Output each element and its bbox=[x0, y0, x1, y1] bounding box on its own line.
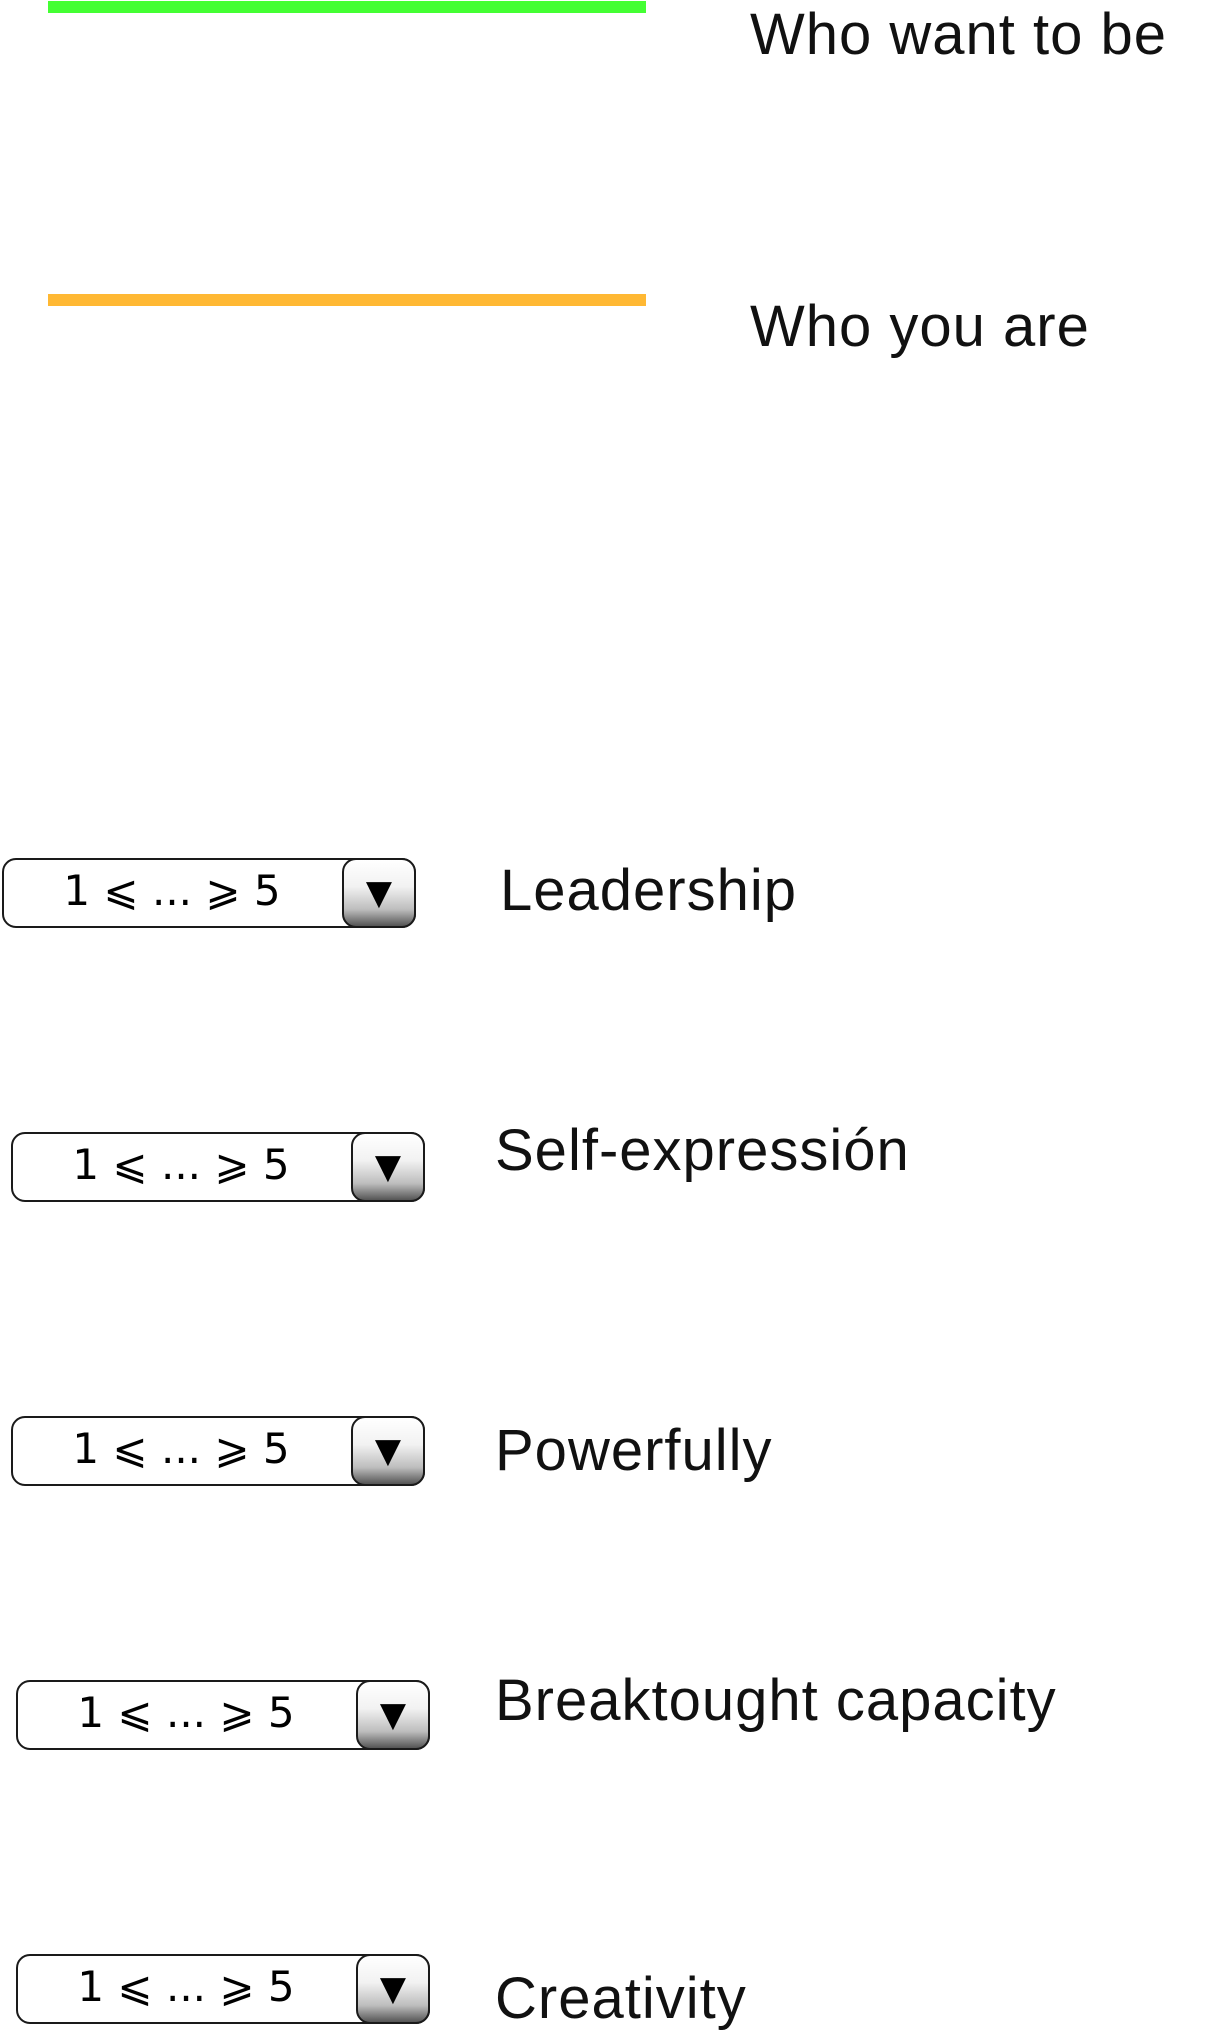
legend-label-who-want-to-be: Who want to be bbox=[750, 2, 1167, 67]
dropdown-button[interactable]: ▼ bbox=[351, 1416, 425, 1486]
row-label-leadership: Leadership bbox=[500, 858, 797, 923]
triangle-down-icon: ▼ bbox=[379, 1695, 407, 1735]
dropdown-button[interactable]: ▼ bbox=[351, 1132, 425, 1202]
triangle-down-icon: ▼ bbox=[379, 1969, 407, 2009]
row-label-breaktought-capacity: Breaktought capacity bbox=[495, 1668, 1057, 1733]
row-label-powerfully: Powerfully bbox=[495, 1418, 773, 1483]
rating-select-value: 1 ⩽ ... ⩾ 5 bbox=[72, 1139, 290, 1189]
rating-select-value: 1 ⩽ ... ⩾ 5 bbox=[77, 1961, 295, 2011]
dropdown-button[interactable]: ▼ bbox=[356, 1954, 430, 2024]
row-label-self-expression: Self-expressión bbox=[495, 1118, 910, 1183]
legend-label-who-you-are: Who you are bbox=[750, 294, 1090, 359]
rating-select-value: 1 ⩽ ... ⩾ 5 bbox=[77, 1687, 295, 1737]
triangle-down-icon: ▼ bbox=[374, 1147, 402, 1187]
rating-select-value: 1 ⩽ ... ⩾ 5 bbox=[72, 1423, 290, 1473]
dropdown-button[interactable]: ▼ bbox=[356, 1680, 430, 1750]
triangle-down-icon: ▼ bbox=[365, 873, 393, 913]
dropdown-button[interactable]: ▼ bbox=[342, 858, 416, 928]
rating-select-powerfully[interactable]: 1 ⩽ ... ⩾ 5 ▼ bbox=[11, 1416, 425, 1486]
rating-select-self-expression[interactable]: 1 ⩽ ... ⩾ 5 ▼ bbox=[11, 1132, 425, 1202]
legend-line-who-you-are bbox=[48, 294, 646, 306]
rating-select-creativity[interactable]: 1 ⩽ ... ⩾ 5 ▼ bbox=[16, 1954, 430, 2024]
triangle-down-icon: ▼ bbox=[374, 1431, 402, 1471]
rating-select-leadership[interactable]: 1 ⩽ ... ⩾ 5 ▼ bbox=[2, 858, 416, 928]
rating-select-breaktought-capacity[interactable]: 1 ⩽ ... ⩾ 5 ▼ bbox=[16, 1680, 430, 1750]
legend-line-who-want-to-be bbox=[48, 1, 646, 13]
rating-select-value: 1 ⩽ ... ⩾ 5 bbox=[63, 865, 281, 915]
row-label-creativity: Creativity bbox=[495, 1966, 747, 2031]
